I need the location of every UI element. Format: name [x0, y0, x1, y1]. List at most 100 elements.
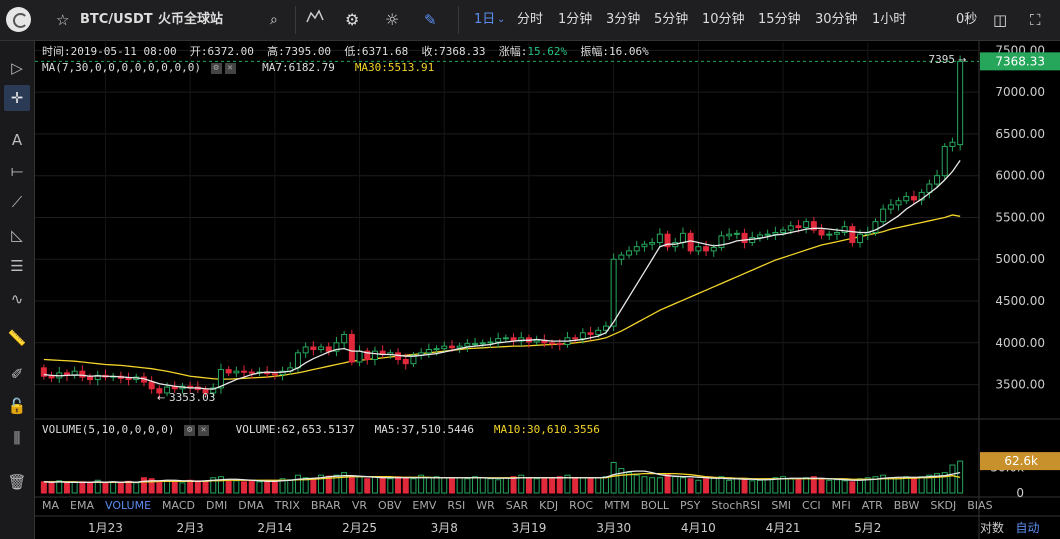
indicator-tab-boll[interactable]: BOLL — [641, 499, 669, 512]
indicator-tab-mfi[interactable]: MFI — [832, 499, 851, 512]
indicator-tab-stochrsi[interactable]: StochRSI — [711, 499, 760, 512]
volume-bar — [56, 480, 63, 494]
volume-bar — [756, 479, 763, 494]
candle-body — [687, 232, 694, 252]
indicator-tabs: MA EMA VOLUME MACD DMI DMA TRIX BRAR VR OBV EMV RSI… — [42, 499, 1004, 515]
volume-bar — [133, 482, 140, 494]
indicator-tab-wr[interactable]: WR — [476, 499, 495, 512]
indicator-tab-vr[interactable]: VR — [352, 499, 367, 512]
indicator-tab-obv[interactable]: OBV — [378, 499, 401, 512]
volume-bar — [248, 480, 255, 494]
volume-bar — [310, 478, 317, 494]
indicator-tab-sar[interactable]: SAR — [506, 499, 528, 512]
indicator-tab-trix[interactable]: TRIX — [275, 499, 300, 512]
candle-body — [741, 232, 748, 244]
volume-bar — [202, 480, 209, 494]
indicator-tab-skdj[interactable]: SKDJ — [930, 499, 956, 512]
indicator-tab-bias[interactable]: BIAS — [967, 499, 992, 512]
volume-bar — [271, 480, 278, 494]
indicator-tab-rsi[interactable]: RSI — [447, 499, 465, 512]
indicator-tab-ema[interactable]: EMA — [70, 499, 94, 512]
volume-bar — [495, 479, 502, 494]
volume-bar — [194, 480, 201, 494]
indicator-tab-cci[interactable]: CCI — [802, 499, 821, 512]
chart-canvas[interactable]: 7500.007000.006500.006000.005500.005000.… — [0, 0, 1060, 539]
indicator-tab-dmi[interactable]: DMI — [206, 499, 227, 512]
candle-body — [656, 233, 663, 244]
x-tick-label: 3月30 — [596, 521, 631, 535]
open-value: 开:6372.00 — [189, 45, 254, 58]
price-tick-label: 6000.00 — [995, 169, 1045, 183]
volume-bar — [718, 476, 725, 494]
volume-bar — [287, 479, 294, 494]
indicator-tab-mtm[interactable]: MTM — [604, 499, 630, 512]
price-tick-label: 7000.00 — [995, 85, 1045, 99]
volume-bar — [595, 477, 602, 494]
candle-body — [880, 208, 887, 223]
ma-legend: MA(7,30,0,0,0,0,0,0,0,0) ⚙ ✕ MA7:6182.79 … — [42, 61, 434, 74]
volume-bar — [48, 482, 55, 494]
volume-bar — [164, 479, 171, 494]
indicator-tab-dma[interactable]: DMA — [238, 499, 264, 512]
close-value: 收:7368.33 — [421, 45, 486, 58]
indicator-tab-ma[interactable]: MA — [42, 499, 59, 512]
indicator-tab-roc[interactable]: ROC — [569, 499, 593, 512]
candle-body — [356, 350, 363, 363]
candle-body — [710, 247, 717, 252]
x-tick-label: 1月23 — [88, 521, 123, 535]
low-marker-label: 3353.03 — [169, 391, 215, 404]
indicator-tab-smi[interactable]: SMI — [771, 499, 791, 512]
indicator-tab-bbw[interactable]: BBW — [894, 499, 920, 512]
log-toggle[interactable]: 对数 — [980, 521, 1004, 535]
candle-body — [487, 341, 494, 344]
candle-body — [857, 233, 864, 244]
candle-body — [171, 386, 178, 390]
auto-toggle[interactable]: 自动 — [1015, 521, 1039, 535]
volume-bar — [579, 477, 586, 494]
volume-bar — [572, 477, 579, 494]
candle-body — [502, 337, 509, 340]
candle-body — [764, 233, 771, 236]
volume-bar — [102, 482, 109, 494]
indicator-tab-psy[interactable]: PSY — [680, 499, 700, 512]
candle-body — [934, 175, 941, 185]
indicator-tab-atr[interactable]: ATR — [862, 499, 883, 512]
indicator-tab-brar[interactable]: BRAR — [311, 499, 341, 512]
indicator-tab-volume[interactable]: VOLUME — [105, 499, 151, 512]
settings-icon[interactable]: ⚙ — [210, 62, 222, 74]
candle-body — [441, 345, 448, 350]
candle-body — [341, 333, 348, 344]
volume-bar — [140, 477, 147, 494]
indicator-tab-emv[interactable]: EMV — [412, 499, 436, 512]
candle-body — [302, 346, 309, 354]
volume-bar — [664, 473, 671, 494]
close-icon[interactable]: ✕ — [224, 62, 236, 74]
volume-bar — [487, 478, 494, 494]
volume-bar — [464, 478, 471, 494]
volume-value: VOLUME:62,653.5137 — [235, 423, 355, 436]
candle-body — [448, 345, 455, 349]
volume-bar — [87, 482, 94, 494]
volume-bar — [795, 479, 802, 494]
ohlc-info: 时间:2019-05-11 08:00 开:6372.00 高:7395.00 … — [42, 43, 649, 59]
volume-bar — [456, 477, 463, 494]
ma-params[interactable]: MA(7,30,0,0,0,0,0,0,0,0) — [42, 61, 201, 74]
vol-ma5-value: MA5:37,510.5446 — [374, 423, 475, 436]
volume-bar — [602, 476, 609, 494]
change-label: 涨幅: — [498, 45, 528, 58]
high-marker-label: 7395 — [929, 53, 956, 66]
candle-body — [464, 343, 471, 347]
candle-body — [572, 337, 579, 340]
price-tick-label: 6500.00 — [995, 127, 1045, 141]
volume-bar — [171, 480, 178, 494]
indicator-tab-macd[interactable]: MACD — [162, 499, 195, 512]
indicator-tab-kdj[interactable]: KDJ — [539, 499, 558, 512]
volume-bar — [903, 476, 910, 494]
volume-bar — [587, 478, 594, 494]
settings-icon[interactable]: ⚙ — [184, 424, 196, 436]
volume-params[interactable]: VOLUME(5,10,0,0,0,0) — [42, 423, 174, 436]
volume-bar — [833, 479, 840, 494]
volume-bar — [672, 476, 679, 494]
volume-bar — [656, 477, 663, 494]
close-icon[interactable]: ✕ — [198, 424, 210, 436]
